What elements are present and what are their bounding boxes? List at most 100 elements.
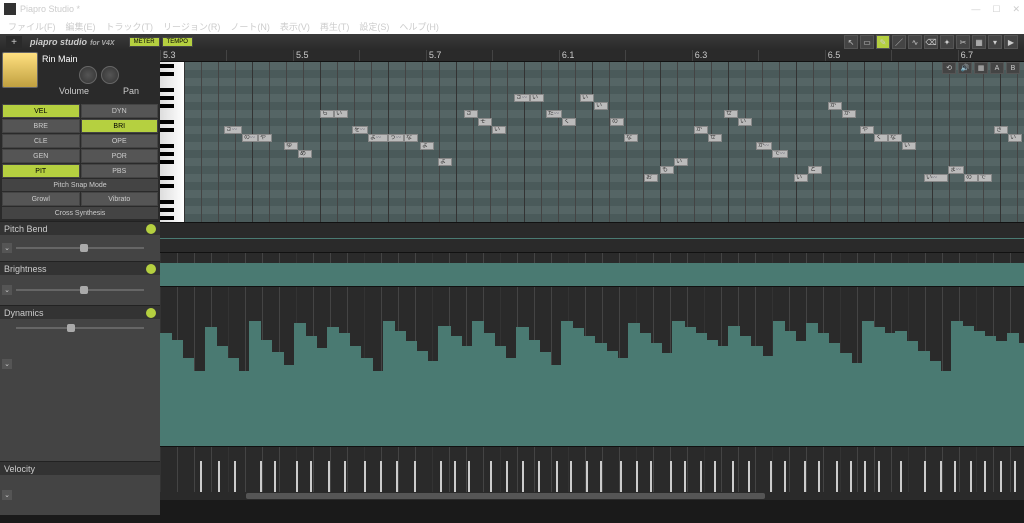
brightness-lane[interactable] — [160, 253, 1024, 286]
velocity-bar[interactable] — [900, 461, 902, 493]
note[interactable]: き〰 — [994, 126, 1008, 134]
velocity-bar[interactable] — [490, 461, 492, 493]
note[interactable]: い〰 — [580, 94, 594, 102]
note[interactable]: せ〰 — [724, 110, 738, 118]
velocity-bar[interactable] — [984, 461, 986, 493]
velocity-bar[interactable] — [636, 461, 638, 493]
note[interactable]: か〰 — [694, 126, 708, 134]
velocity-bar[interactable] — [940, 461, 942, 493]
velocity-bar[interactable] — [570, 461, 572, 493]
velocity-bar[interactable] — [468, 461, 470, 493]
velocity-bar[interactable] — [506, 461, 508, 493]
note[interactable]: と〰 — [808, 166, 822, 174]
velocity-bar[interactable] — [818, 461, 820, 493]
note[interactable]: を〰 — [352, 126, 368, 134]
param-pbs-button[interactable]: PBS — [81, 164, 159, 178]
pitch-bend-header[interactable]: Pitch Bend — [0, 221, 160, 235]
param-wide[interactable]: Pitch Snap Mode — [2, 179, 158, 191]
param-dyn-button[interactable]: DYN — [81, 104, 159, 118]
note[interactable]: よ〰 — [368, 134, 388, 142]
velocity-bar[interactable] — [954, 461, 956, 493]
velocity-bar[interactable] — [804, 461, 806, 493]
note[interactable]: い〰 — [530, 94, 544, 102]
menu-file[interactable]: ファイル(F) — [4, 20, 60, 33]
collapse-button[interactable]: ⌄ — [2, 490, 12, 500]
marker-b-icon[interactable]: B — [1006, 62, 1020, 74]
velocity-bar[interactable] — [586, 461, 588, 493]
note[interactable]: う〰 — [388, 134, 404, 142]
velocity-bar[interactable] — [218, 461, 220, 493]
dynamics-slider[interactable] — [16, 327, 144, 329]
note[interactable]: い〰 — [794, 174, 808, 182]
note[interactable]: か〰 — [828, 102, 842, 110]
velocity-bar[interactable] — [522, 461, 524, 493]
note[interactable]: が〰 — [842, 110, 856, 118]
velocity-bar[interactable] — [600, 461, 602, 493]
dynamics-lane[interactable] — [160, 287, 1024, 446]
note[interactable]: い〰 — [1008, 134, 1022, 142]
note[interactable]: く〰 — [874, 134, 888, 142]
velocity-bar[interactable] — [970, 461, 972, 493]
note[interactable]: め〰 — [298, 150, 312, 158]
velocity-header[interactable]: Velocity — [0, 461, 160, 475]
param-pit-button[interactable]: PIT — [2, 164, 80, 178]
menu-region[interactable]: リージョン(R) — [159, 20, 224, 33]
velocity-bar[interactable] — [274, 461, 276, 493]
note[interactable]: の〰 — [610, 118, 624, 126]
note[interactable]: さ〰 — [464, 110, 478, 118]
velocity-bar[interactable] — [684, 461, 686, 493]
note[interactable]: い〰 — [594, 102, 608, 110]
pan-knob[interactable] — [101, 66, 119, 84]
velocity-bar[interactable] — [864, 461, 866, 493]
velocity-bar[interactable] — [620, 461, 622, 493]
velocity-bar[interactable] — [1000, 461, 1002, 493]
collapse-button[interactable]: ⌄ — [2, 243, 12, 253]
velocity-bar[interactable] — [784, 461, 786, 493]
note[interactable]: い〰 — [674, 158, 688, 166]
velocity-bar[interactable] — [836, 461, 838, 493]
velocity-bar[interactable] — [650, 461, 652, 493]
note[interactable]: よ〰 — [420, 142, 434, 150]
note[interactable]: い〰 — [334, 110, 348, 118]
note[interactable]: な〰 — [888, 134, 902, 142]
horizontal-scrollbar[interactable] — [160, 492, 1024, 500]
velocity-lane[interactable] — [160, 447, 1024, 492]
velocity-bar[interactable] — [538, 461, 540, 493]
note[interactable]: い〰 — [492, 126, 506, 134]
velocity-bar[interactable] — [364, 461, 366, 493]
note[interactable]: の〰 — [964, 174, 978, 182]
velocity-bar[interactable] — [1014, 461, 1016, 493]
menu-view[interactable]: 表示(V) — [276, 20, 314, 33]
param-vel-button[interactable]: VEL — [2, 104, 80, 118]
velocity-bar[interactable] — [328, 461, 330, 493]
menu-settings[interactable]: 設定(S) — [355, 20, 393, 33]
param-vibrato[interactable]: Vibrato — [81, 192, 159, 206]
note[interactable]: で〰 — [978, 174, 992, 182]
note[interactable]: い〰 — [902, 142, 916, 150]
param-cle-button[interactable]: CLE — [2, 134, 80, 148]
menu-track[interactable]: トラック(T) — [102, 20, 158, 33]
maximize-button[interactable]: ☐ — [992, 4, 1000, 15]
velocity-bar[interactable] — [670, 461, 672, 493]
note[interactable]: の〰 — [242, 134, 258, 142]
velocity-bar[interactable] — [380, 461, 382, 493]
note[interactable]: お〰 — [644, 174, 658, 182]
note[interactable]: さ〰 — [224, 126, 242, 134]
tool-pencil-icon[interactable]: ✎ — [876, 35, 890, 49]
note[interactable]: ら〰 — [320, 110, 334, 118]
velocity-bar[interactable] — [296, 461, 298, 493]
param-ope-button[interactable]: OPE — [81, 134, 159, 148]
menu-help[interactable]: ヘルプ(H) — [395, 20, 443, 33]
note[interactable]: で〰 — [772, 150, 788, 158]
note[interactable]: ま〰 — [948, 166, 964, 174]
velocity-bar[interactable] — [714, 461, 716, 493]
note[interactable]: か〰 — [756, 142, 772, 150]
time-ruler[interactable]: 5.35.55.76.16.36.56.7 — [160, 50, 1024, 62]
velocity-bar[interactable] — [396, 461, 398, 493]
close-button[interactable]: ✕ — [1012, 4, 1020, 15]
velocity-bar[interactable] — [732, 461, 734, 493]
menu-edit[interactable]: 編集(E) — [62, 20, 100, 33]
add-track-button[interactable]: + — [6, 36, 22, 48]
tool-paint-icon[interactable]: ✦ — [940, 35, 954, 49]
param-cross-synth[interactable]: Cross Synthesis — [2, 207, 158, 219]
